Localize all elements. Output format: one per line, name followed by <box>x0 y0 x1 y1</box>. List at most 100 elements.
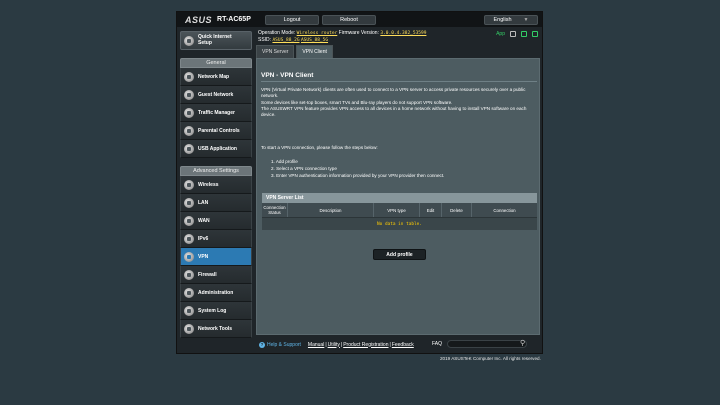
quick-setup-icon <box>184 35 194 46</box>
chevron-down-icon: ▼ <box>523 17 529 23</box>
sidebar-item-ipv6[interactable]: IPv6 <box>180 230 252 248</box>
network-tools-icon <box>184 323 194 334</box>
sidebar-item-lan[interactable]: LAN <box>180 194 252 212</box>
steps-intro: To start a VPN connection, please follow… <box>261 145 378 150</box>
copyright: 2019 ASUSTeK Computer Inc. All rights re… <box>440 356 541 361</box>
step-item: 2. Select a VPN connection type <box>271 166 337 172</box>
ssid-label: SSID: <box>258 37 272 43</box>
top-bar: ASUS RT-AC65P Logout Reboot English ▼ <box>177 12 542 27</box>
sidebar-item-network-tools[interactable]: Network Tools <box>180 320 252 338</box>
sidebar-item-label: WAN <box>198 217 210 224</box>
help-support: ? Help & Support <box>259 341 301 348</box>
status-icons: App <box>496 31 538 37</box>
model-name: RT-AC65P <box>217 16 251 23</box>
title-divider <box>261 81 537 82</box>
product-registration-link[interactable]: Product Registration <box>343 342 388 348</box>
sidebar-item-label: Network Map <box>198 73 230 80</box>
tab-vpn-server[interactable]: VPN Server <box>256 45 295 58</box>
ipv6-icon <box>184 233 194 244</box>
sidebar-item-label: Traffic Manager <box>198 109 235 116</box>
faq-search-input[interactable] <box>447 340 527 348</box>
sidebar-item-traffic-manager[interactable]: Traffic Manager <box>180 104 252 122</box>
wan-icon <box>184 215 194 226</box>
column-header: Connection Status <box>262 203 288 217</box>
parental-controls-icon <box>184 125 194 136</box>
feedback-link[interactable]: Feedback <box>392 342 414 348</box>
search-icon[interactable]: ⚲ <box>520 339 525 347</box>
op-mode-link[interactable]: Wireless router <box>297 31 338 36</box>
lan-icon <box>184 197 194 208</box>
sidebar-item-label: Guest Network <box>198 91 234 98</box>
description-line-3: The ASUSWRT VPN feature provides VPN acc… <box>261 105 527 118</box>
quick-internet-setup-button[interactable]: Quick Internet Setup <box>180 31 252 50</box>
faq-label: FAQ <box>432 341 443 347</box>
app-label[interactable]: App <box>496 31 505 37</box>
ssid-2g-link[interactable]: ASUS_88_2G <box>272 38 299 43</box>
system-log-icon <box>184 305 194 316</box>
help-icon: ? <box>259 341 265 348</box>
wifi-status-icon[interactable] <box>521 31 527 37</box>
firmware-link[interactable]: 3.0.0.4.382_53599 <box>380 31 426 36</box>
page-title: VPN - VPN Client <box>261 72 314 79</box>
vpn-tabs: VPN Server VPN Client <box>256 45 333 58</box>
help-support-label: Help & Support <box>267 341 301 348</box>
sidebar-item-network-map[interactable]: Network Map <box>180 68 252 86</box>
guest-network-icon <box>184 89 194 100</box>
wireless-icon <box>184 179 194 190</box>
network-map-icon <box>184 71 194 82</box>
sidebar-item-parental-controls[interactable]: Parental Controls <box>180 122 252 140</box>
internet-status-icon[interactable] <box>510 31 516 37</box>
sidebar-item-firewall[interactable]: Firewall <box>180 266 252 284</box>
quick-setup-label: Quick Internet Setup <box>198 34 232 46</box>
firewall-icon <box>184 269 194 280</box>
column-header: Edit <box>420 203 442 217</box>
sidebar-item-vpn[interactable]: VPN <box>180 248 252 266</box>
sidebar-item-guest-network[interactable]: Guest Network <box>180 86 252 104</box>
sidebar-item-label: USB Application <box>198 145 237 152</box>
operation-info: Operation Mode: Wireless router Firmware… <box>258 30 426 44</box>
sidebar: Quick Internet Setup General Network Map… <box>180 31 252 338</box>
utility-link[interactable]: Utility <box>328 342 340 348</box>
advanced-settings-header: Advanced Settings <box>180 166 252 176</box>
tab-vpn-client[interactable]: VPN Client <box>296 45 333 58</box>
table-title: VPN Server List <box>262 193 537 203</box>
sidebar-item-label: System Log <box>198 307 227 314</box>
content-panel: VPN - VPN Client VPN (Virtual Private Ne… <box>256 58 540 335</box>
column-header: Description <box>288 203 374 217</box>
vpn-server-list-table: VPN Server List Connection Status Descri… <box>262 193 537 230</box>
sidebar-item-wireless[interactable]: Wireless <box>180 176 252 194</box>
router-admin-frame: ASUS RT-AC65P Logout Reboot English ▼ Qu… <box>176 11 543 354</box>
no-data-row: No data in table. <box>262 218 537 230</box>
ssid-5g-link[interactable]: ASUS_88_5G <box>301 38 328 43</box>
column-header: VPN type <box>374 203 420 217</box>
administration-icon <box>184 287 194 298</box>
column-header: Connection <box>493 207 516 213</box>
reboot-button[interactable]: Reboot <box>322 15 376 25</box>
description: VPN (Virtual Private Network) clients ar… <box>261 87 537 118</box>
column-header: Delete <box>442 203 472 217</box>
sidebar-item-label: Firewall <box>198 271 217 278</box>
add-profile-button[interactable]: Add profile <box>373 249 426 260</box>
table-header: Connection Status Description VPN type E… <box>262 203 537 218</box>
logout-button[interactable]: Logout <box>265 15 319 25</box>
sidebar-item-label: Network Tools <box>198 325 233 332</box>
firmware-label: Firmware Version: <box>338 30 379 36</box>
sidebar-item-usb-application[interactable]: USB Application <box>180 140 252 158</box>
language-value: English <box>493 17 512 23</box>
steps-list: 1. Add profile 2. Select a VPN connectio… <box>271 158 444 180</box>
language-select[interactable]: English ▼ <box>484 15 538 25</box>
description-line-1: VPN (Virtual Private Network) clients ar… <box>261 87 526 99</box>
sidebar-item-system-log[interactable]: System Log <box>180 302 252 320</box>
sidebar-item-label: Parental Controls <box>198 127 240 134</box>
usb-status-icon[interactable] <box>532 31 538 37</box>
manual-link[interactable]: Manual <box>308 342 324 348</box>
step-item: 3. Enter VPN authentication information … <box>271 173 445 179</box>
sidebar-item-administration[interactable]: Administration <box>180 284 252 302</box>
sidebar-item-label: IPv6 <box>198 235 209 242</box>
sidebar-item-label: VPN <box>198 253 209 260</box>
usb-application-icon <box>184 143 194 154</box>
op-mode-label: Operation Mode: <box>258 30 296 36</box>
footer: ? Help & Support Manual | Utility | Prod… <box>259 339 527 348</box>
sidebar-item-wan[interactable]: WAN <box>180 212 252 230</box>
sidebar-item-label: Administration <box>198 289 234 296</box>
